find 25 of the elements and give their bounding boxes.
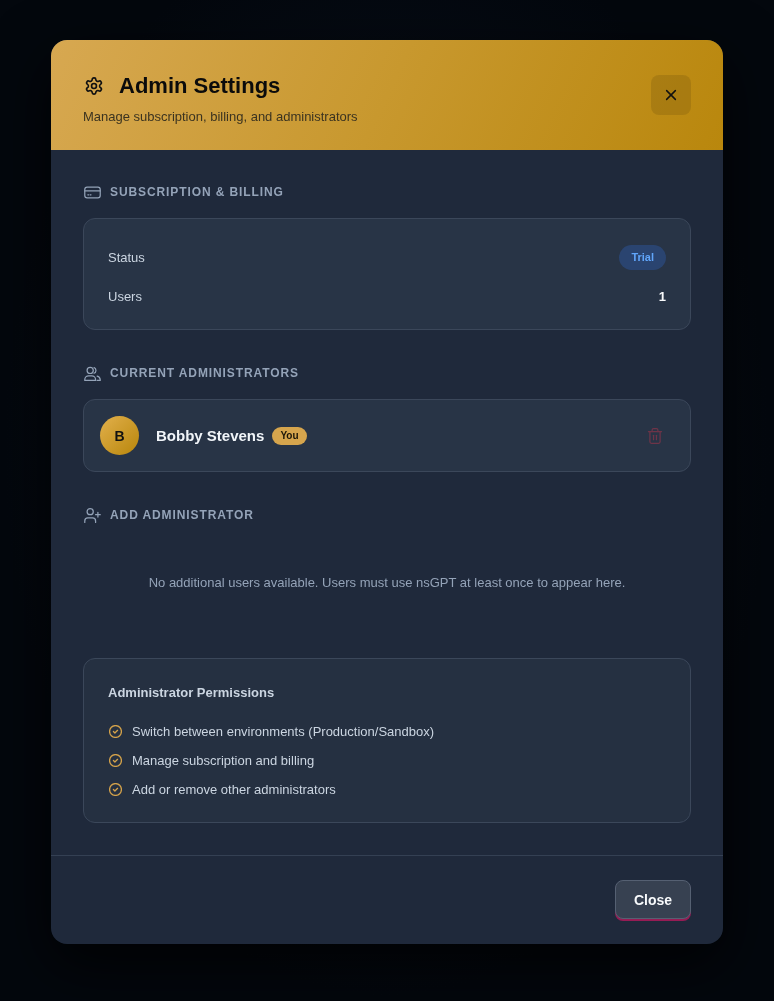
section-heading: CURRENT ADMINISTRATORS xyxy=(110,365,299,382)
field-label: Status xyxy=(108,249,145,265)
field-value: 1 xyxy=(658,288,666,304)
status-badge: Trial xyxy=(619,244,666,270)
close-icon xyxy=(663,87,679,103)
admin-name: Bobby Stevens xyxy=(156,427,265,444)
close-button[interactable] xyxy=(651,75,691,115)
permissions-title: Administrator Permissions xyxy=(108,684,276,702)
avatar-circle: B xyxy=(100,416,139,455)
permission-text: Add or remove other administrators xyxy=(132,781,336,797)
you-badge: You xyxy=(272,426,307,445)
close-button[interactable]: Close xyxy=(615,880,691,919)
section-heading: SUBSCRIPTION & BILLING xyxy=(110,184,284,201)
dialog-title: Admin Settings xyxy=(119,72,281,100)
section-heading: ADD ADMINISTRATOR xyxy=(110,507,254,524)
settings-icon xyxy=(85,77,103,95)
add-user-icon xyxy=(84,506,101,524)
permission-text: Switch between environments (Production/Sandbox) xyxy=(132,723,435,739)
users-icon xyxy=(84,364,101,382)
dialog-subtitle: Manage subscription, billing, and administrators xyxy=(83,108,358,126)
empty-message: No additional users available. Users must use nsGPT at least once to appear here. xyxy=(147,574,627,592)
permission-text: Manage subscription and billing xyxy=(132,752,315,768)
credit-card-icon xyxy=(84,183,101,201)
field-label: Users xyxy=(108,288,142,304)
trash-icon xyxy=(647,426,663,445)
